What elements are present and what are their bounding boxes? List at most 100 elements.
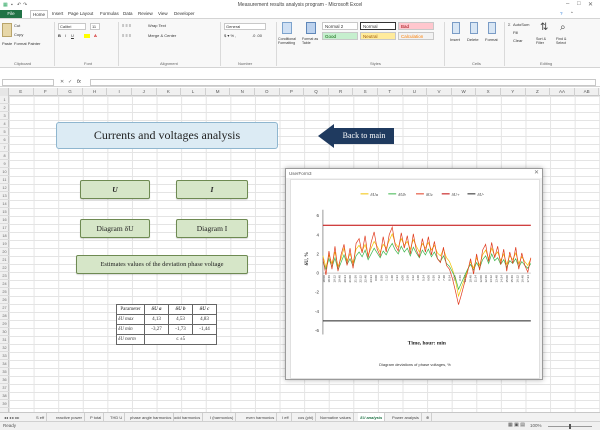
row-header[interactable]: 1 bbox=[0, 96, 9, 104]
column-header[interactable]: Q bbox=[304, 88, 329, 96]
format-cells-icon[interactable] bbox=[488, 22, 496, 34]
row-header[interactable]: 26 bbox=[0, 296, 9, 304]
table-cell[interactable]: δU norm bbox=[116, 334, 145, 345]
fill-button[interactable]: Fill bbox=[513, 30, 518, 35]
tab-page-layout[interactable]: Page Layout bbox=[68, 11, 93, 16]
column-header[interactable]: J bbox=[132, 88, 157, 96]
help-icon[interactable]: ? bbox=[560, 11, 563, 16]
row-header[interactable]: 16 bbox=[0, 216, 9, 224]
row-header[interactable]: 24 bbox=[0, 280, 9, 288]
table-cell[interactable]: 4,53 bbox=[168, 314, 193, 325]
format-as-table-icon[interactable] bbox=[306, 22, 316, 34]
column-header[interactable]: AB bbox=[575, 88, 600, 96]
i-button[interactable]: I bbox=[176, 180, 248, 199]
sort-filter-icon[interactable]: ⇅ bbox=[540, 22, 548, 33]
cut-button[interactable]: Cut bbox=[14, 23, 20, 28]
row-header[interactable]: 4 bbox=[0, 120, 9, 128]
enter-formula-icon[interactable]: ✓ bbox=[68, 79, 72, 85]
diagram-u-button[interactable]: Diagram δU bbox=[80, 219, 150, 238]
column-header[interactable]: L bbox=[181, 88, 206, 96]
number-format-select[interactable]: General bbox=[224, 23, 266, 30]
style-calculation[interactable]: Calculation bbox=[398, 32, 434, 40]
close-window-button[interactable]: ✕ bbox=[588, 1, 593, 8]
row-header[interactable]: 2 bbox=[0, 104, 9, 112]
underline-button[interactable]: U bbox=[71, 33, 74, 38]
table-cell[interactable]: -1,44 bbox=[192, 324, 217, 335]
align-left-icon[interactable]: ≡ ≡ ≡ bbox=[122, 33, 131, 38]
decimal-icon[interactable]: .0 .00 bbox=[252, 33, 262, 38]
tab-developer[interactable]: Developer bbox=[174, 11, 195, 16]
row-header[interactable]: 21 bbox=[0, 256, 9, 264]
ribbon-minimize-icon[interactable]: ⌃ bbox=[570, 11, 574, 17]
insert-cells-button[interactable]: Insert bbox=[450, 37, 460, 42]
row-header[interactable]: 30 bbox=[0, 328, 9, 336]
table-cell[interactable]: δU min bbox=[116, 324, 145, 335]
maximize-button[interactable]: □ bbox=[577, 1, 581, 7]
row-header[interactable]: 11 bbox=[0, 176, 9, 184]
row-header[interactable]: 14 bbox=[0, 200, 9, 208]
row-header[interactable]: 12 bbox=[0, 184, 9, 192]
row-header[interactable]: 23 bbox=[0, 272, 9, 280]
row-header[interactable]: 39 bbox=[0, 400, 9, 408]
row-header[interactable]: 25 bbox=[0, 288, 9, 296]
autosum-icon[interactable]: Σ bbox=[508, 22, 510, 27]
style-good[interactable]: Good bbox=[322, 32, 358, 40]
sort-filter-button[interactable]: Sort & Filter bbox=[536, 37, 552, 45]
conditional-formatting-button[interactable]: Conditional Formatting bbox=[278, 37, 302, 45]
column-header[interactable]: U bbox=[403, 88, 428, 96]
column-header[interactable]: F bbox=[34, 88, 59, 96]
row-header[interactable]: 20 bbox=[0, 248, 9, 256]
paste-button[interactable]: Paste bbox=[2, 41, 12, 46]
row-header[interactable]: 13 bbox=[0, 192, 9, 200]
column-header[interactable]: G bbox=[58, 88, 83, 96]
userform-window[interactable]: UserForm3 ✕ δUa δUb δUc δU+ δU- 6 4 2 0 -2 -4 -6 δU,… bbox=[285, 168, 543, 380]
row-header[interactable]: 15 bbox=[0, 208, 9, 216]
row-header[interactable]: 29 bbox=[0, 320, 9, 328]
row-header[interactable]: 7 bbox=[0, 144, 9, 152]
format-cells-button[interactable]: Format bbox=[485, 37, 498, 42]
row-header[interactable]: 33 bbox=[0, 352, 9, 360]
back-to-main-button[interactable]: Back to main bbox=[318, 124, 394, 148]
column-header[interactable]: S bbox=[353, 88, 378, 96]
clear-button[interactable]: Clear bbox=[513, 38, 523, 43]
font-name-select[interactable]: Calibri bbox=[58, 23, 86, 30]
tab-file[interactable]: File bbox=[0, 10, 22, 18]
table-cell[interactable]: -3,27 bbox=[144, 324, 169, 335]
wrap-text-button[interactable]: Wrap Text bbox=[148, 23, 166, 28]
cancel-formula-icon[interactable]: ✕ bbox=[60, 79, 64, 85]
font-color-icon[interactable]: A bbox=[94, 33, 97, 38]
find-select-icon[interactable]: ⌕ bbox=[560, 22, 566, 33]
column-header[interactable]: E bbox=[9, 88, 34, 96]
column-header[interactable]: R bbox=[329, 88, 354, 96]
font-size-select[interactable]: 11 bbox=[90, 23, 100, 30]
column-header[interactable]: I bbox=[107, 88, 132, 96]
column-header[interactable]: Z bbox=[526, 88, 551, 96]
table-cell[interactable]: ≤ ±5 bbox=[144, 334, 217, 345]
row-header[interactable]: 5 bbox=[0, 128, 9, 136]
column-header[interactable]: N bbox=[230, 88, 255, 96]
column-header[interactable]: V bbox=[427, 88, 452, 96]
name-box[interactable] bbox=[2, 79, 54, 86]
delete-cells-icon[interactable] bbox=[470, 22, 478, 34]
row-header[interactable]: 31 bbox=[0, 336, 9, 344]
row-header[interactable]: 18 bbox=[0, 232, 9, 240]
style-normal-2[interactable]: Normal 2 bbox=[322, 22, 358, 30]
row-header[interactable]: 36 bbox=[0, 376, 9, 384]
row-header[interactable]: 9 bbox=[0, 160, 9, 168]
style-normal[interactable]: Normal bbox=[360, 22, 396, 30]
zoom-level[interactable]: 100% bbox=[530, 423, 542, 428]
row-header[interactable]: 19 bbox=[0, 240, 9, 248]
diagram-i-button[interactable]: Diagram I bbox=[176, 219, 248, 238]
row-header[interactable]: 22 bbox=[0, 264, 9, 272]
row-header[interactable]: 38 bbox=[0, 392, 9, 400]
table-cell[interactable]: 4,83 bbox=[192, 314, 217, 325]
format-painter-button[interactable]: Format Painter bbox=[14, 41, 40, 46]
tab-insert[interactable]: Insert bbox=[52, 11, 63, 16]
table-cell[interactable]: δU max bbox=[116, 314, 145, 325]
insert-function-icon[interactable]: fx bbox=[77, 79, 81, 85]
column-header[interactable]: AA bbox=[550, 88, 575, 96]
paste-icon[interactable] bbox=[2, 23, 12, 37]
zoom-slider-thumb[interactable] bbox=[569, 424, 571, 429]
row-header[interactable]: 28 bbox=[0, 312, 9, 320]
insert-cells-icon[interactable] bbox=[452, 22, 460, 34]
